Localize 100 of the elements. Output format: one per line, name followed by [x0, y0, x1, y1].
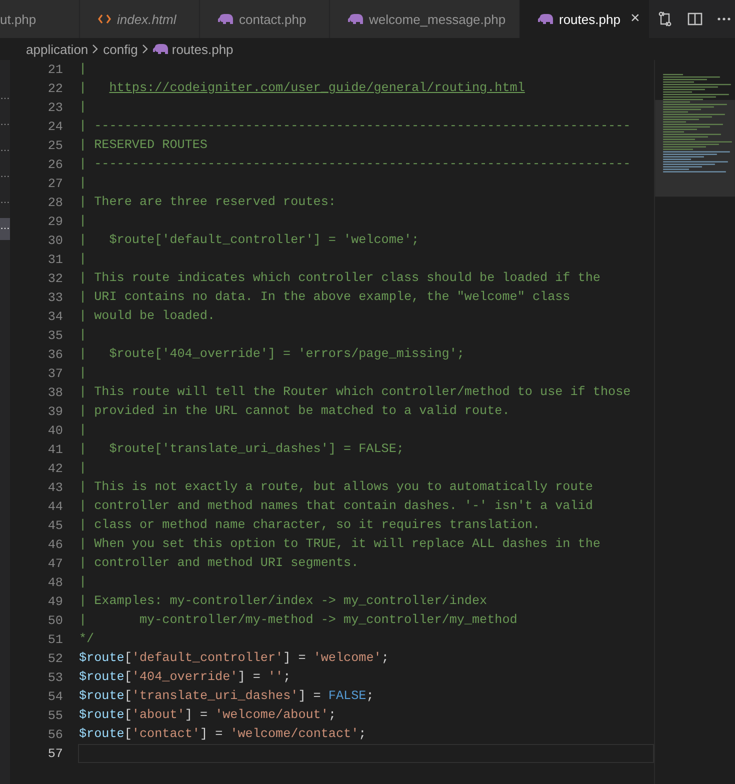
code-line: | Examples: my-controller/index -> my_controller/index [78, 593, 488, 610]
code-line: | provided in the URL cannot be matched to a valid route. [78, 403, 511, 420]
line-number: 40 [46, 424, 64, 438]
code-line: $route['translate_uri_dashes'] = FALSE; [78, 688, 375, 705]
line-number: 45 [46, 518, 64, 532]
code-line: | When you set this option to TRUE, it will replace ALL dashes in the [78, 536, 602, 553]
code-line: | [78, 61, 88, 78]
line-number: 51 [46, 632, 64, 646]
sidebar-item[interactable]: … [0, 114, 10, 136]
line-number: 39 [46, 404, 64, 418]
code-line: | [78, 213, 88, 230]
line-number: 28 [46, 196, 64, 210]
line-number: 21 [46, 62, 64, 76]
line-number: 33 [46, 290, 64, 304]
elephant-icon [218, 14, 233, 24]
code-line: */ [78, 631, 96, 648]
code-line: | This route indicates which controller class should be loaded if the [78, 270, 602, 287]
code-line: | $route['translate_uri_dashes'] = FALSE; [78, 441, 405, 458]
elephant-icon [348, 14, 363, 24]
breadcrumb-item[interactable]: config [103, 42, 138, 56]
line-number: 44 [46, 500, 64, 514]
code-line: | There are three reserved routes: [78, 194, 337, 211]
line-number: 36 [46, 348, 64, 362]
code-line: | This route will tell the Router which controller/method to use if those [78, 384, 632, 401]
line-number: 56 [46, 728, 64, 742]
code-line: | RESERVED ROUTES [78, 137, 208, 154]
line-number: 54 [46, 690, 64, 704]
elephant-icon [538, 14, 553, 24]
line-number: 46 [46, 538, 64, 552]
line-number: 35 [46, 328, 64, 342]
line-number: 49 [46, 594, 64, 608]
code-line: | URI contains no data. In the above example, the "welcome" class [78, 289, 572, 306]
line-number: 50 [46, 614, 64, 628]
code-line: | This is not exactly a route, but allows you to automatically route [78, 479, 594, 496]
code-line: $route['404_override'] = ''; [78, 669, 292, 686]
line-number: 23 [46, 100, 64, 114]
link[interactable]: https://codeigniter.com/user_guide/general/routing.html [109, 81, 525, 95]
code-line: | [78, 574, 88, 591]
elephant-icon [152, 44, 168, 54]
line-number: 47 [46, 556, 64, 570]
close-icon[interactable]: × [630, 10, 640, 28]
line-number: 42 [46, 462, 64, 476]
code-line: | [78, 99, 88, 116]
line-number: 43 [46, 480, 64, 494]
code-line: | [78, 327, 88, 344]
line-number: 41 [46, 442, 64, 456]
line-number: 32 [46, 272, 64, 286]
code-line: | [78, 460, 88, 477]
sidebar-item[interactable]: … [0, 192, 10, 214]
breadcrumb-item[interactable]: routes.php [172, 42, 234, 56]
code-line: | [78, 251, 88, 268]
line-number: 26 [46, 158, 64, 172]
code-text: | [79, 81, 88, 95]
editor-tab[interactable]: routes.php × [520, 0, 650, 38]
sidebar-item[interactable]: … [0, 88, 10, 110]
line-number: 34 [46, 310, 64, 324]
line-number: 30 [46, 234, 64, 248]
line-number: 57 [46, 746, 64, 760]
compare-changes-icon[interactable] [657, 11, 673, 27]
code-line: | class or method name character, so it requires translation. [78, 517, 542, 534]
chevron-right-icon [142, 44, 149, 54]
code-line: | ----------------------------------------------------------------------- [78, 156, 632, 173]
line-number: 22 [46, 82, 64, 96]
line-number: 52 [46, 652, 64, 666]
code-line: $route['about'] = 'welcome/about'; [78, 707, 337, 724]
chevron-right-icon [92, 44, 100, 54]
split-editor-icon[interactable] [687, 11, 703, 27]
line-number: 48 [46, 576, 64, 590]
code-line: | would be loaded. [78, 308, 216, 325]
code-line: | controller and method URI segments. [78, 555, 360, 572]
code-line: | [78, 422, 88, 439]
line-number: 25 [46, 138, 64, 152]
sidebar-item[interactable]: … [0, 140, 10, 162]
code-line: | $route['404_override'] = 'errors/page_missing'; [78, 346, 466, 363]
line-number: 24 [46, 120, 64, 134]
breadcrumb-item[interactable]: application [26, 42, 88, 56]
line-number: 29 [46, 214, 64, 228]
code-line: | [78, 175, 88, 192]
editor-tab[interactable]: index.html [80, 0, 200, 38]
sidebar-item[interactable]: … [0, 218, 10, 240]
more-icon[interactable] [717, 17, 731, 21]
line-number: 37 [46, 366, 64, 380]
minimap-drawing[interactable] [654, 60, 735, 784]
code-line: $route['default_controller'] = 'welcome'; [78, 650, 390, 667]
line-number: 27 [46, 176, 64, 190]
code-line: | ----------------------------------------------------------------------- [78, 118, 632, 135]
code-line: | controller and method names that contain dashes. '-' isn't a valid [78, 498, 594, 515]
code-line: | my-controller/my-method -> my_controller/my_method [78, 612, 518, 629]
code-line: $route['contact'] = 'welcome/contact'; [78, 726, 368, 743]
editor-tab[interactable]: contact.php [200, 0, 330, 38]
code-line: | $route['default_controller'] = 'welcome'; [78, 232, 420, 249]
code-line: | [78, 365, 88, 382]
line-number: 55 [46, 708, 64, 722]
line-number: 38 [46, 386, 64, 400]
line-number: 31 [46, 252, 64, 266]
code-brackets-icon [98, 14, 111, 24]
editor-tab[interactable]: welcome_message.php [330, 0, 520, 38]
editor-tab[interactable]: ut.php [0, 0, 80, 38]
line-number: 53 [46, 670, 64, 684]
sidebar-item[interactable]: … [0, 166, 10, 188]
